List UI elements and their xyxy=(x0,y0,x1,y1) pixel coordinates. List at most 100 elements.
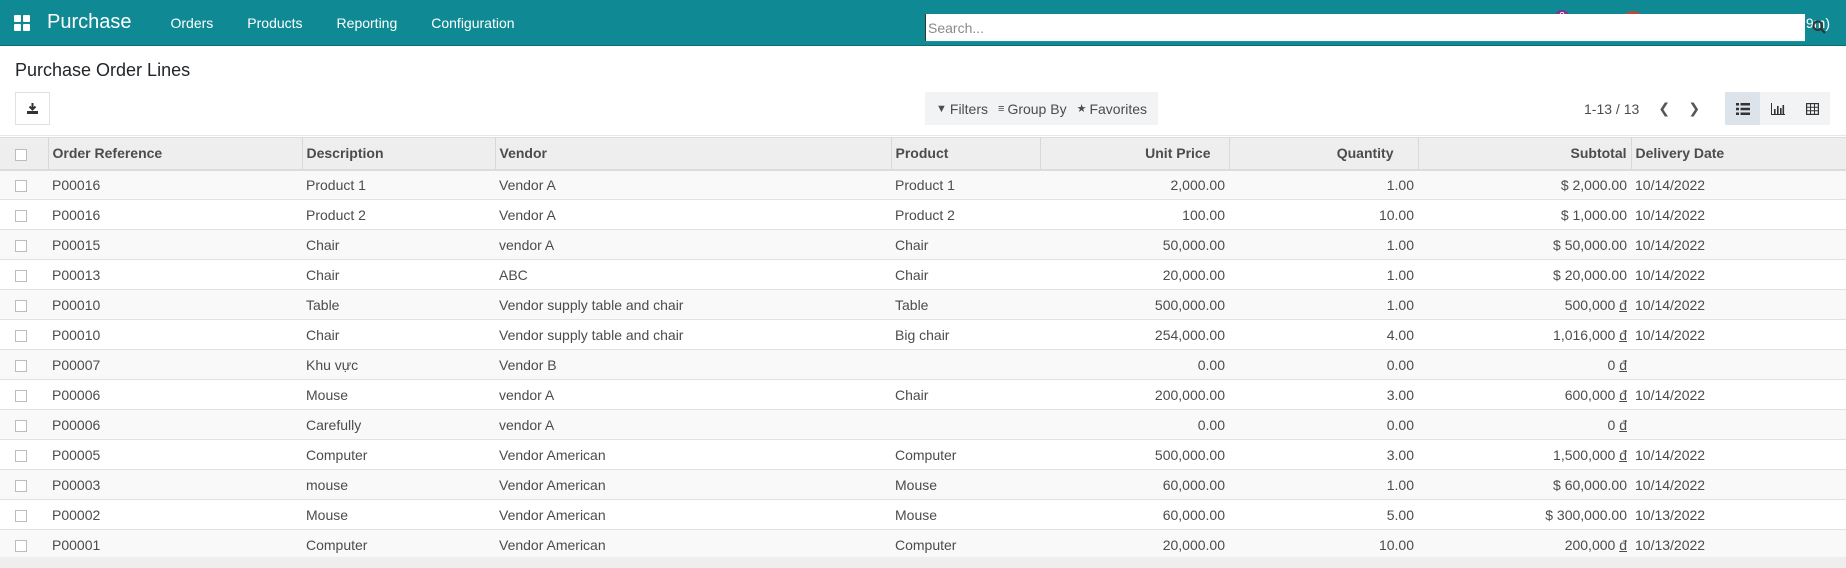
cell-unit-price: 0.00 xyxy=(1197,416,1225,433)
row-checkbox[interactable] xyxy=(15,539,27,552)
menu-products[interactable]: Products xyxy=(230,0,319,46)
list-icon xyxy=(1735,102,1750,115)
row-checkbox-cell[interactable] xyxy=(0,440,48,470)
cell-subtotal: 1,500,000 đ xyxy=(1418,440,1631,470)
cell-quantity: 0.00 xyxy=(1386,416,1414,433)
row-checkbox-cell[interactable] xyxy=(0,230,48,260)
cell-order-reference: P00002 xyxy=(52,506,101,523)
cell-product: Computer xyxy=(895,446,957,463)
row-checkbox[interactable] xyxy=(15,209,27,222)
table-row[interactable]: P00006 Mouse vendor A Chair 200,000.00 3.00 60… xyxy=(0,379,1846,410)
table-row[interactable]: P00010 Chair Vendor supply table and chair… xyxy=(0,319,1846,350)
cell-vendor: Vendor American xyxy=(499,506,606,523)
apps-grid-icon xyxy=(14,14,30,31)
search-input[interactable] xyxy=(925,14,1805,41)
app-name[interactable]: Purchase xyxy=(47,11,132,34)
cell-quantity: 5.00 xyxy=(1386,506,1414,523)
row-checkbox-cell[interactable] xyxy=(0,350,48,380)
column-delivery-date[interactable]: Delivery Date xyxy=(1630,137,1846,170)
row-checkbox-cell[interactable] xyxy=(0,290,48,320)
table-row[interactable]: P00015 Chair vendor A Chair 50,000.00 1.00 $ 5… xyxy=(0,229,1846,260)
row-checkbox-cell[interactable] xyxy=(0,200,48,230)
cell-vendor: Vendor supply table and chair xyxy=(499,326,684,343)
column-quantity[interactable]: Quantity xyxy=(1228,137,1418,170)
table-row[interactable]: P00013 Chair ABC Chair 20,000.00 1.00 $ 20,000… xyxy=(0,259,1846,290)
row-checkbox[interactable] xyxy=(15,479,27,492)
row-checkbox[interactable] xyxy=(15,389,27,402)
cell-product: Chair xyxy=(895,236,929,253)
column-vendor[interactable]: Vendor xyxy=(494,137,891,170)
pager-previous-icon[interactable]: ❮ xyxy=(1649,100,1679,117)
row-checkbox[interactable] xyxy=(15,329,27,342)
row-checkbox[interactable] xyxy=(15,269,27,282)
graph-view-button[interactable] xyxy=(1760,92,1795,125)
row-checkbox-cell[interactable] xyxy=(0,380,48,410)
row-checkbox-cell[interactable] xyxy=(0,320,48,350)
row-checkbox[interactable] xyxy=(15,449,27,462)
cell-order-reference: P00006 xyxy=(52,386,101,403)
row-checkbox-cell[interactable] xyxy=(0,410,48,440)
table-row[interactable]: P00006 Carefully vendor A 0.00 0.00 0 đ xyxy=(0,409,1846,440)
table-row[interactable]: P00016 Product 1 Vendor A Product 1 2,000.00… xyxy=(0,169,1846,200)
column-unit-price[interactable]: Unit Price xyxy=(1039,137,1229,170)
cell-quantity: 3.00 xyxy=(1386,386,1414,403)
pager-next-icon[interactable]: ❯ xyxy=(1679,100,1709,117)
row-checkbox[interactable] xyxy=(15,359,27,372)
cell-order-reference: P00006 xyxy=(52,416,101,433)
row-checkbox[interactable] xyxy=(15,299,27,312)
group-by-button[interactable]: ≡ Group By xyxy=(993,92,1072,125)
menu-reporting[interactable]: Reporting xyxy=(320,0,415,46)
row-checkbox-cell[interactable] xyxy=(0,170,48,200)
cell-quantity: 1.00 xyxy=(1386,266,1414,283)
row-checkbox[interactable] xyxy=(15,419,27,432)
cell-vendor: Vendor American xyxy=(499,536,606,553)
cell-order-reference: P00016 xyxy=(52,176,101,193)
select-all-checkbox[interactable] xyxy=(15,148,27,161)
column-subtotal[interactable]: Subtotal xyxy=(1417,137,1631,170)
select-all-checkbox-cell[interactable] xyxy=(0,138,48,170)
pager-value[interactable]: 1-13 / 13 xyxy=(1584,101,1639,117)
row-checkbox-cell[interactable] xyxy=(0,260,48,290)
column-order-reference[interactable]: Order Reference xyxy=(47,137,302,170)
cell-delivery-date: 10/14/2022 xyxy=(1635,266,1706,283)
cell-unit-price: 254,000.00 xyxy=(1154,326,1225,343)
search-icon[interactable] xyxy=(1812,20,1826,37)
row-checkbox-cell[interactable] xyxy=(0,500,48,530)
row-checkbox-cell[interactable] xyxy=(0,530,48,560)
table-row[interactable]: P00002 Mouse Vendor American Mouse 60,000.00… xyxy=(0,499,1846,530)
column-description[interactable]: Description xyxy=(301,137,495,170)
subtotal-amount: 1,016,000 xyxy=(1553,326,1620,343)
menu-orders[interactable]: Orders xyxy=(154,0,231,46)
filters-button[interactable]: ▼ Filters xyxy=(931,92,993,125)
currency-symbol: đ xyxy=(1619,386,1627,403)
app-menu-button[interactable] xyxy=(0,0,44,46)
cell-vendor: Vendor B xyxy=(499,356,557,373)
cell-product xyxy=(891,410,1040,440)
cell-unit-price: 0.00 xyxy=(1197,356,1225,373)
cell-description: Computer xyxy=(306,536,368,553)
row-checkbox-cell[interactable] xyxy=(0,470,48,500)
currency-symbol: đ xyxy=(1619,536,1627,553)
cell-product: Big chair xyxy=(895,326,950,343)
favorites-button[interactable]: ★ Favorites xyxy=(1072,92,1152,125)
row-checkbox[interactable] xyxy=(15,509,27,522)
cell-product: Product 1 xyxy=(895,176,955,193)
cell-product xyxy=(891,350,1040,380)
subtotal-amount: 1,500,000 xyxy=(1553,446,1620,463)
cell-unit-price: 20,000.00 xyxy=(1162,266,1225,283)
menu-configuration[interactable]: Configuration xyxy=(414,0,531,46)
group-by-label: Group By xyxy=(1007,100,1067,117)
table-row[interactable]: P00001 Computer Vendor American Computer 20,… xyxy=(0,529,1846,560)
column-product[interactable]: Product xyxy=(890,137,1040,170)
table-row[interactable]: P00005 Computer Vendor American Computer 500… xyxy=(0,439,1846,470)
table-row[interactable]: P00016 Product 2 Vendor A Product 2 100.00 10… xyxy=(0,199,1846,230)
row-checkbox[interactable] xyxy=(15,180,27,193)
pivot-view-button[interactable] xyxy=(1795,92,1830,125)
table-row[interactable]: P00003 mouse Vendor American Mouse 60,000.00… xyxy=(0,469,1846,500)
export-download-button[interactable] xyxy=(15,92,50,125)
list-view-button[interactable] xyxy=(1725,92,1760,125)
row-checkbox[interactable] xyxy=(15,239,27,252)
table-row[interactable]: P00007 Khu vực Vendor B 0.00 0.00 0 đ xyxy=(0,349,1846,380)
cell-quantity: 1.00 xyxy=(1386,176,1414,193)
table-row[interactable]: P00010 Table Vendor supply table and chair… xyxy=(0,289,1846,320)
